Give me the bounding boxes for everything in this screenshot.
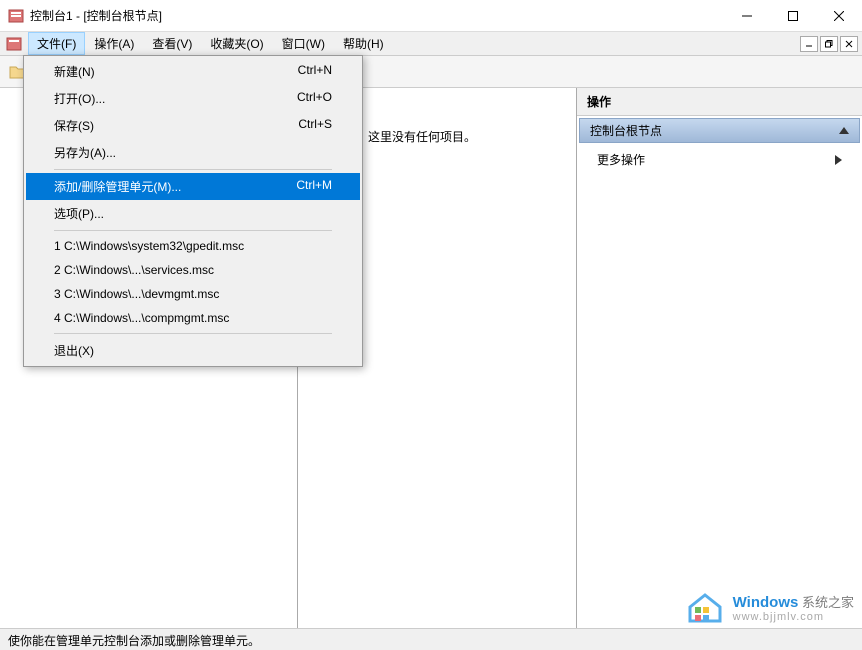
more-actions-item[interactable]: 更多操作 [577, 145, 862, 174]
menu-favorites[interactable]: 收藏夹(O) [201, 32, 272, 55]
menu-item-saveas[interactable]: 另存为(A)... [26, 139, 360, 166]
menu-item-open[interactable]: 打开(O)... Ctrl+O [26, 85, 360, 112]
menu-separator [54, 169, 332, 170]
menu-item-label: 1 C:\Windows\system32\gpedit.msc [54, 239, 244, 253]
mdi-restore-button[interactable] [820, 36, 838, 52]
mdi-minimize-button[interactable] [800, 36, 818, 52]
menu-file[interactable]: 文件(F) [28, 32, 85, 55]
more-actions-label: 更多操作 [597, 151, 645, 168]
watermark-logo-icon [685, 589, 725, 626]
menu-item-label: 添加/删除管理单元(M)... [54, 178, 181, 195]
menu-item-recent-3[interactable]: 3 C:\Windows\...\devmgmt.msc [26, 282, 360, 306]
actions-pane: 操作 控制台根节点 更多操作 [577, 88, 862, 628]
watermark-url: www.bjjmlv.com [733, 611, 854, 623]
menu-item-label: 选项(P)... [54, 205, 104, 222]
menu-item-save[interactable]: 保存(S) Ctrl+S [26, 112, 360, 139]
menu-item-label: 2 C:\Windows\...\services.msc [54, 263, 214, 277]
menu-view[interactable]: 查看(V) [143, 32, 201, 55]
menu-item-label: 打开(O)... [54, 90, 105, 107]
submenu-arrow-icon [835, 155, 842, 165]
window-controls [724, 0, 862, 31]
window-title: 控制台1 - [控制台根节点] [30, 7, 724, 24]
app-icon [8, 8, 24, 24]
status-bar: 使你能在管理单元控制台添加或删除管理单元。 [0, 628, 862, 650]
menu-item-label: 保存(S) [54, 117, 94, 134]
menu-item-exit[interactable]: 退出(X) [26, 337, 360, 364]
maximize-button[interactable] [770, 0, 816, 32]
minimize-button[interactable] [724, 0, 770, 32]
mdi-controls [800, 36, 862, 52]
title-bar: 控制台1 - [控制台根节点] [0, 0, 862, 32]
menu-item-shortcut: Ctrl+N [298, 63, 332, 80]
menu-item-options[interactable]: 选项(P)... [26, 200, 360, 227]
status-text: 使你能在管理单元控制台添加或删除管理单元。 [8, 634, 260, 648]
mdi-app-icon [6, 36, 22, 52]
menu-item-recent-4[interactable]: 4 C:\Windows\...\compmgmt.msc [26, 306, 360, 330]
menu-item-shortcut: Ctrl+S [298, 117, 332, 134]
menu-item-label: 4 C:\Windows\...\compmgmt.msc [54, 311, 229, 325]
watermark: Windows 系统之家 www.bjjmlv.com [685, 589, 854, 626]
menu-window[interactable]: 窗口(W) [273, 32, 334, 55]
menu-action[interactable]: 操作(A) [85, 32, 143, 55]
close-button[interactable] [816, 0, 862, 32]
mdi-close-button[interactable] [840, 36, 858, 52]
watermark-title: Windows 系统之家 [733, 592, 854, 611]
actions-header: 操作 [577, 88, 862, 116]
menu-separator [54, 230, 332, 231]
menu-item-addremove[interactable]: 添加/删除管理单元(M)... Ctrl+M [26, 173, 360, 200]
menu-item-recent-2[interactable]: 2 C:\Windows\...\services.msc [26, 258, 360, 282]
menu-item-label: 3 C:\Windows\...\devmgmt.msc [54, 287, 219, 301]
menu-item-recent-1[interactable]: 1 C:\Windows\system32\gpedit.msc [26, 234, 360, 258]
actions-section-title: 控制台根节点 [590, 122, 662, 139]
menu-item-label: 退出(X) [54, 342, 94, 359]
watermark-text: Windows 系统之家 www.bjjmlv.com [733, 592, 854, 623]
actions-section-header[interactable]: 控制台根节点 [579, 118, 860, 143]
menu-item-new[interactable]: 新建(N) Ctrl+N [26, 58, 360, 85]
menu-item-shortcut: Ctrl+O [297, 90, 332, 107]
menu-bar: 文件(F) 操作(A) 查看(V) 收藏夹(O) 窗口(W) 帮助(H) [0, 32, 862, 56]
menu-item-label: 新建(N) [54, 63, 95, 80]
menu-item-label: 另存为(A)... [54, 144, 116, 161]
collapse-icon [839, 127, 849, 134]
empty-message: 这里没有任何项目。 [368, 130, 476, 144]
menu-item-shortcut: Ctrl+M [296, 178, 332, 195]
menu-separator [54, 333, 332, 334]
file-menu-dropdown: 新建(N) Ctrl+N 打开(O)... Ctrl+O 保存(S) Ctrl+… [23, 55, 363, 367]
menu-help[interactable]: 帮助(H) [334, 32, 393, 55]
